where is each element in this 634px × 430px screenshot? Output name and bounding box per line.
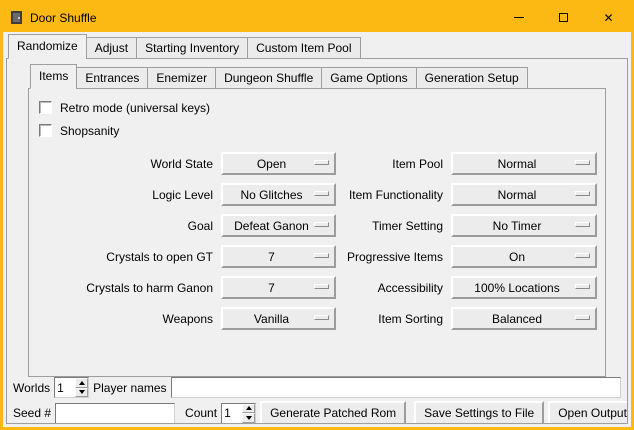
progressive-items-label: Progressive Items — [344, 250, 443, 264]
seed-row: Seed # Count Generate Patched Rom Save S… — [13, 401, 621, 424]
worlds-spin-down-button[interactable] — [75, 388, 88, 398]
shopsanity-checkbox[interactable] — [39, 124, 52, 137]
maximize-button[interactable] — [541, 3, 586, 32]
dropdown-indicator-icon — [575, 222, 590, 227]
outer-tabbar: Randomize Adjust Starting Inventory Cust… — [6, 34, 628, 59]
app-icon — [9, 10, 24, 25]
count-input[interactable] — [222, 404, 242, 423]
item-sorting-dropdown[interactable]: Balanced — [451, 307, 597, 330]
dropdown-indicator-icon — [575, 284, 590, 289]
titlebar: Door Shuffle ✕ — [3, 3, 631, 32]
inner-tabbar: Items Entrances Enemizer Dungeon Shuffle… — [28, 64, 606, 89]
crystals-gt-label: Crystals to open GT — [37, 250, 213, 264]
seed-input[interactable] — [55, 403, 175, 424]
tab-dungeon-shuffle[interactable]: Dungeon Shuffle — [215, 67, 322, 89]
dropdown-indicator-icon — [575, 253, 590, 258]
player-names-input[interactable] — [171, 377, 622, 398]
dropdown-indicator-icon — [314, 253, 329, 258]
count-spin-up-button[interactable] — [242, 404, 255, 414]
weapons-label: Weapons — [37, 312, 213, 326]
arrow-down-icon — [79, 390, 85, 394]
item-functionality-dropdown[interactable]: Normal — [451, 183, 597, 206]
worlds-spin-arrows — [75, 378, 88, 397]
shopsanity-label: Shopsanity — [60, 124, 119, 138]
tab-custom-item-pool[interactable]: Custom Item Pool — [247, 37, 360, 59]
goal-dropdown[interactable]: Defeat Ganon — [221, 214, 336, 237]
worlds-input[interactable] — [55, 378, 75, 397]
progressive-items-dropdown[interactable]: On — [451, 245, 597, 268]
dropdown-indicator-icon — [314, 315, 329, 320]
worlds-spinner — [54, 377, 89, 398]
dropdown-indicator-icon — [575, 315, 590, 320]
worlds-label: Worlds — [13, 381, 50, 395]
settings-grid: World State Open Item Pool Normal Logic … — [37, 152, 597, 330]
generate-patched-rom-button[interactable]: Generate Patched Rom — [260, 401, 406, 424]
close-icon: ✕ — [603, 12, 613, 24]
dropdown-indicator-icon — [314, 160, 329, 165]
items-panel: Retro mode (universal keys) Shopsanity W… — [28, 88, 606, 377]
arrow-up-icon — [79, 381, 85, 385]
app-window: Door Shuffle ✕ Randomize Adjust Starting… — [0, 0, 634, 430]
retro-mode-row: Retro mode (universal keys) — [39, 96, 597, 119]
world-state-label: World State — [37, 157, 213, 171]
save-settings-button[interactable]: Save Settings to File — [414, 401, 544, 424]
worlds-spin-up-button[interactable] — [75, 378, 88, 388]
world-state-dropdown[interactable]: Open — [221, 152, 336, 175]
goal-label: Goal — [37, 219, 213, 233]
tab-randomize[interactable]: Randomize — [8, 34, 87, 59]
dropdown-indicator-icon — [575, 191, 590, 196]
retro-mode-checkbox[interactable] — [39, 101, 52, 114]
count-spin-down-button[interactable] — [242, 413, 255, 423]
close-button[interactable]: ✕ — [586, 3, 631, 32]
tab-generation-setup[interactable]: Generation Setup — [416, 67, 528, 89]
window-title: Door Shuffle — [30, 11, 97, 25]
logic-level-dropdown[interactable]: No Glitches — [221, 183, 336, 206]
tab-enemizer[interactable]: Enemizer — [147, 67, 216, 89]
worlds-row: Worlds Player names — [13, 377, 621, 398]
randomize-panel: Items Entrances Enemizer Dungeon Shuffle… — [6, 58, 628, 424]
tab-items[interactable]: Items — [30, 64, 77, 89]
accessibility-dropdown[interactable]: 100% Locations — [451, 276, 597, 299]
item-functionality-label: Item Functionality — [344, 188, 443, 202]
tab-adjust[interactable]: Adjust — [86, 37, 137, 59]
accessibility-label: Accessibility — [344, 281, 443, 295]
item-sorting-label: Item Sorting — [344, 312, 443, 326]
dropdown-indicator-icon — [314, 284, 329, 289]
inner-notebook: Items Entrances Enemizer Dungeon Shuffle… — [28, 64, 606, 377]
arrow-down-icon — [246, 416, 252, 420]
seed-label: Seed # — [13, 406, 51, 420]
minimize-icon — [514, 17, 524, 18]
item-pool-label: Item Pool — [344, 157, 443, 171]
shopsanity-row: Shopsanity — [39, 119, 597, 142]
crystals-ganon-label: Crystals to harm Ganon — [37, 281, 213, 295]
timer-setting-label: Timer Setting — [344, 219, 443, 233]
retro-mode-label: Retro mode (universal keys) — [60, 101, 210, 115]
dropdown-indicator-icon — [575, 160, 590, 165]
dropdown-indicator-icon — [314, 191, 329, 196]
dropdown-indicator-icon — [314, 222, 329, 227]
minimize-button[interactable] — [496, 3, 541, 32]
tab-entrances[interactable]: Entrances — [76, 67, 148, 89]
weapons-dropdown[interactable]: Vanilla — [221, 307, 336, 330]
maximize-icon — [559, 13, 568, 22]
count-label: Count — [185, 406, 217, 420]
logic-level-label: Logic Level — [37, 188, 213, 202]
player-names-label: Player names — [93, 381, 166, 395]
tab-starting-inventory[interactable]: Starting Inventory — [136, 37, 248, 59]
tab-game-options[interactable]: Game Options — [321, 67, 416, 89]
client-area: Randomize Adjust Starting Inventory Cust… — [3, 32, 631, 427]
crystals-ganon-dropdown[interactable]: 7 — [221, 276, 336, 299]
count-spin-arrows — [242, 404, 255, 423]
timer-setting-dropdown[interactable]: No Timer — [451, 214, 597, 237]
item-pool-dropdown[interactable]: Normal — [451, 152, 597, 175]
open-output-directory-button[interactable]: Open Output Directory — [548, 401, 628, 424]
crystals-gt-dropdown[interactable]: 7 — [221, 245, 336, 268]
arrow-up-icon — [246, 406, 252, 410]
count-spinner — [221, 403, 256, 424]
